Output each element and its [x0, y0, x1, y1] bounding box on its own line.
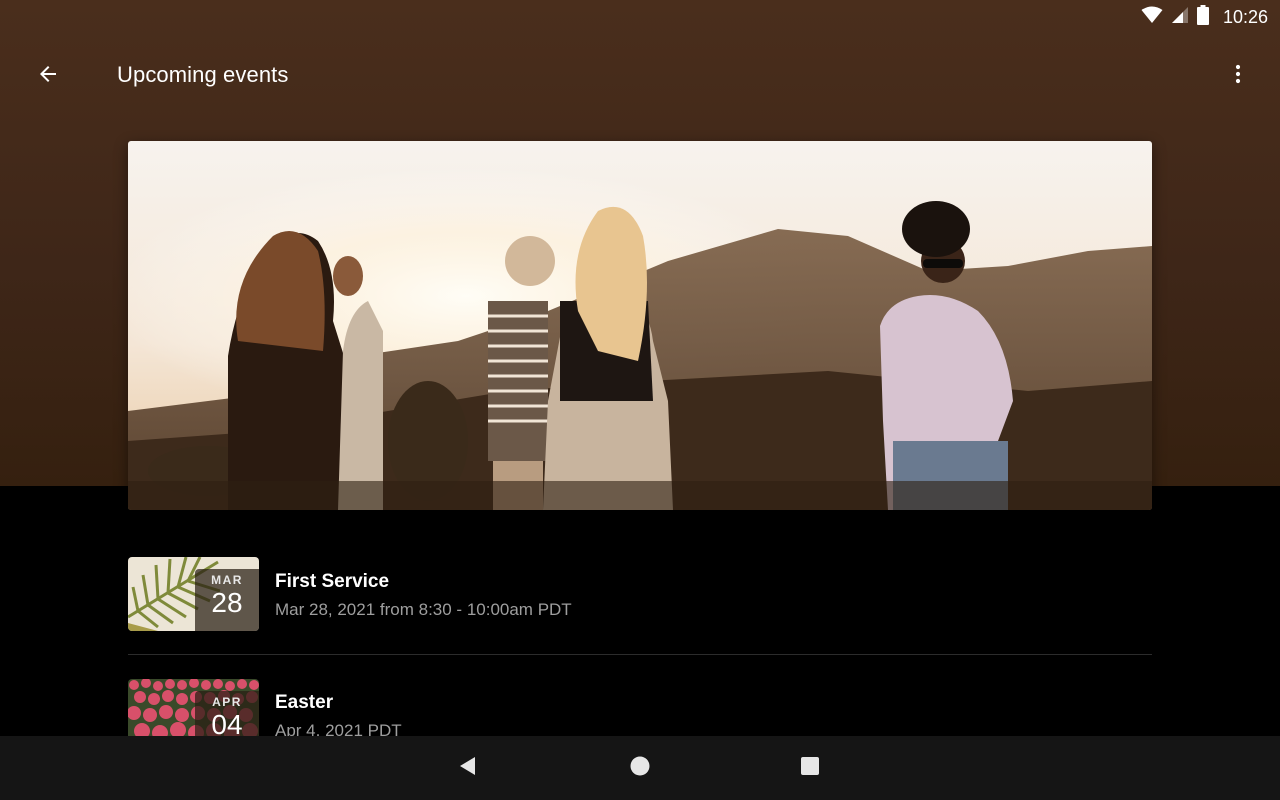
signal-icon: [1171, 6, 1189, 29]
events-screen: 10:26 Upcoming events MAR 28 First Servi…: [0, 0, 1280, 800]
status-icons: 10:26: [1141, 5, 1268, 30]
event-title: First Service: [275, 571, 390, 592]
arrow-back-icon: [36, 62, 60, 91]
wifi-icon: [1141, 6, 1163, 29]
nav-home-button[interactable]: [620, 748, 660, 788]
nav-back-icon: [457, 755, 479, 782]
hero-image: [128, 141, 1152, 510]
event-title: Easter: [275, 692, 334, 713]
nav-back-button[interactable]: [448, 748, 488, 788]
event-text: Easter Apr 4, 2021 PDT: [275, 692, 402, 741]
status-time: 10:26: [1222, 7, 1268, 27]
event-month: APR: [212, 695, 242, 709]
app-bar: Upcoming events: [0, 40, 1280, 112]
more-vert-icon: [1226, 62, 1250, 91]
event-text: First Service Mar 28, 2021 from 8:30 - 1…: [275, 571, 572, 620]
nav-home-icon: [629, 755, 651, 782]
nav-recents-button[interactable]: [790, 748, 830, 788]
event-thumbnail: MAR 28: [128, 557, 259, 631]
status-bar: 10:26: [0, 0, 1280, 32]
page-title: Upcoming events: [117, 62, 289, 87]
event-day: 28: [211, 587, 243, 618]
nav-recents-icon: [799, 755, 821, 782]
event-item-first-service[interactable]: MAR 28 First Service Mar 28, 2021 from 8…: [128, 557, 1152, 654]
event-month: MAR: [211, 573, 243, 587]
back-button[interactable]: [28, 56, 68, 96]
battery-icon: [1196, 5, 1209, 30]
event-date-badge: MAR 28: [195, 569, 259, 631]
overflow-menu-button[interactable]: [1218, 56, 1258, 96]
event-datetime: Mar 28, 2021 from 8:30 - 10:00am PDT: [275, 600, 572, 619]
system-nav-bar: [0, 736, 1280, 800]
